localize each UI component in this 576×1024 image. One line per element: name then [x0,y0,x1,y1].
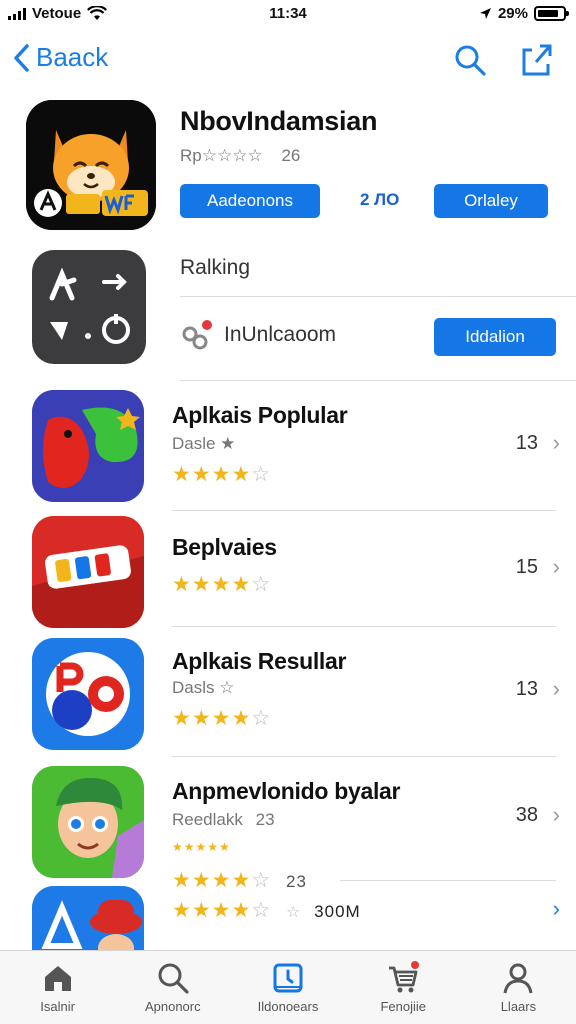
featured-app-rating: Rp☆☆☆☆ 26 [180,146,300,166]
app-subtitle-1: Dasle ★ [172,434,236,453]
star-rating-1: ★★★★☆ [172,463,272,486]
app-title-4: Anpmevlonido byalar [172,778,401,804]
navigation-bar: Baack [0,38,576,82]
app-count-1: 13 [515,432,538,454]
featured-size: 2 ЛО [360,190,400,209]
cart-icon [389,961,420,993]
battery-icon [534,6,569,21]
featured-app-icon[interactable] [26,100,156,230]
tab-home[interactable]: Isalnir [0,951,115,1024]
calendar-icon [273,963,303,993]
back-button[interactable]: Baack [12,42,108,73]
tab-label: Apnonorc [144,999,201,1014]
tab-label: Isalnir [40,999,75,1014]
app-icon-3[interactable] [32,638,144,750]
app-title-3: Aplkais Resullar [172,648,347,674]
featured-app-title: NbovIndamsian [180,106,378,136]
chevron-right-icon[interactable]: › [553,430,560,456]
divider [172,756,556,757]
hat-character-icon [32,886,144,950]
ranking-item-label: InUnlcaoom [224,323,337,346]
divider [340,880,556,881]
star-rating-2: ★★★★☆ [172,573,272,596]
app-count-4: 38 [515,804,538,826]
divider [172,626,556,627]
divider [180,296,576,297]
app-count-3: 13 [515,678,538,700]
app-subtitle-4: Reedlakk 23 [172,810,275,830]
puzzle-icon [182,320,212,350]
app-size-5: 300M [314,902,361,921]
ranking-item-button[interactable]: Iddalion [434,318,556,356]
tab-cart[interactable]: Fenojiie [346,951,461,1024]
app-icon-1[interactable] [32,390,144,502]
person-icon [503,963,533,994]
app-subtitle-4-text: Reedlakk [172,810,243,829]
app-count-2: 15 [515,556,538,578]
search-icon[interactable] [452,42,488,78]
location-arrow-icon [479,8,491,19]
app-icon-4[interactable] [32,766,144,878]
status-bar: Vetoue 11:34 29% [0,0,576,28]
tab-search[interactable]: Apnonorc [115,951,230,1024]
ranking-app-icon[interactable] [32,250,146,364]
fox-mascot-icon [26,100,156,230]
rooster-art-icon [32,390,144,502]
star-rating-4: ★★★★☆ 23 [172,869,307,892]
chevron-right-icon[interactable]: › [553,896,560,922]
chevron-right-icon[interactable]: › [553,676,560,702]
star-rating-3: ★★★★☆ [172,707,272,730]
tab-updates[interactable]: Ildonoears [230,951,345,1024]
chevron-right-icon[interactable]: › [553,802,560,828]
share-icon[interactable] [518,42,554,78]
bubbles-icon [32,638,144,750]
small-star-rating-4: ★★★★★ [172,840,231,854]
character-icon [32,766,144,878]
divider [180,380,576,381]
app-title-1: Aplkais Poplular [172,402,348,428]
app-icon-2[interactable] [32,516,144,628]
featured-rating-text: Rp☆☆☆☆ [180,146,263,165]
tab-label: Fenojiie [380,999,426,1014]
battery-percent: 29% [497,5,528,22]
tab-profile[interactable]: Llaars [461,951,576,1024]
app-subtitle-3: Dasls ☆ [172,678,235,697]
rating-count-4: 23 [285,872,307,891]
star-rating-5: ★★★★☆ ☆ 300M [172,899,361,922]
featured-rating-count: 26 [281,146,301,165]
tab-label: Llaars [500,999,537,1014]
app-title-2: Beplvaies [172,534,277,560]
app-icon-5[interactable] [32,886,144,950]
back-label: Baack [36,42,109,72]
status-right: 29% [479,5,569,22]
tab-label: Ildonoears [257,999,319,1014]
featured-primary-button[interactable]: Aadeonons [180,184,320,218]
tab-bar: Isalnir Apnonorc Ildonoears Fenojiie Lla… [0,950,576,1024]
ranking-label: Ralking [180,256,251,279]
ranking-item[interactable]: InUnlcaoom [180,318,336,352]
chevron-left-icon [14,43,29,72]
game-tiles-icon [32,516,144,628]
home-icon [44,966,71,991]
search-icon [158,963,189,994]
chevron-right-icon[interactable]: › [553,554,560,580]
divider [172,510,556,511]
featured-secondary-button[interactable]: Orlaley [434,184,548,218]
app-subtitle-4-count: 23 [255,810,275,829]
controls-icon [49,267,130,344]
